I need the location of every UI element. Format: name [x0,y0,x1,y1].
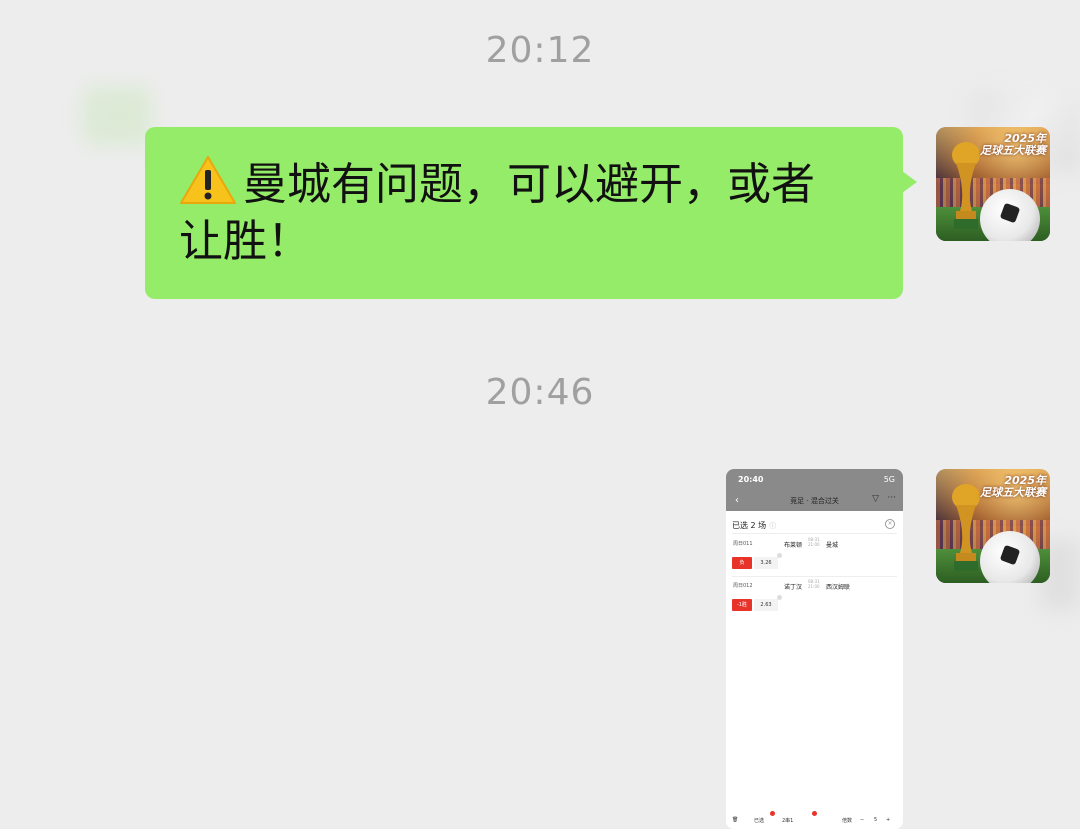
odds-chip: 3.26 [754,557,778,569]
trophy-icon [952,484,980,571]
pick-chip: 负 [732,557,752,569]
chat-timestamp: 20:12 [485,30,595,71]
betslip-panel: 已选 2 场 ⓘ × 周日011 布莱顿 08-31 21:00 曼城 负 3.26… [726,511,903,829]
message-line-2: 让胜！ [179,216,311,267]
message-text: 曼城有问题，可以避开，或者 让胜！ [179,155,867,270]
message-bubble[interactable]: 曼城有问题，可以避开，或者 让胜！ [145,127,917,299]
trash-icon: 🗑 [732,817,739,823]
chat-timestamp: 20:46 [485,372,595,413]
status-bar: 20:40 5G [726,469,903,491]
more-icon: ··· [887,493,896,503]
avatar-caption: 2025年 足球五大联赛 [980,132,1046,157]
screenshot-image-message[interactable]: 20:40 5G ‹ 竞足 · 混合过关 ▽ ··· 已选 2 场 ⓘ × 周日0… [726,469,903,829]
football-icon [980,189,1040,241]
trophy-icon [952,142,980,229]
nav-bar: ‹ 竞足 · 混合过关 ▽ ··· [726,491,903,511]
pick-chip: -1胜 [732,599,752,611]
warning-icon [179,155,237,205]
avatar-caption: 2025年 足球五大联赛 [980,474,1046,499]
sender-avatar[interactable]: 2025年 足球五大联赛 [936,127,1050,241]
betslip-footer: 🗑 已选 2串1 倍数 − 5 + [726,811,903,829]
football-icon [980,531,1040,583]
filter-icon: ▽ [872,494,879,504]
odds-chip: 2.63 [754,599,778,611]
blurred-decoration [82,86,152,146]
selected-title: 已选 2 场 ⓘ [732,521,777,530]
message-line-1: 曼城有问题，可以避开，或者 [243,159,815,210]
close-icon: × [885,519,895,529]
sender-avatar[interactable]: 2025年 足球五大联赛 [936,469,1050,583]
